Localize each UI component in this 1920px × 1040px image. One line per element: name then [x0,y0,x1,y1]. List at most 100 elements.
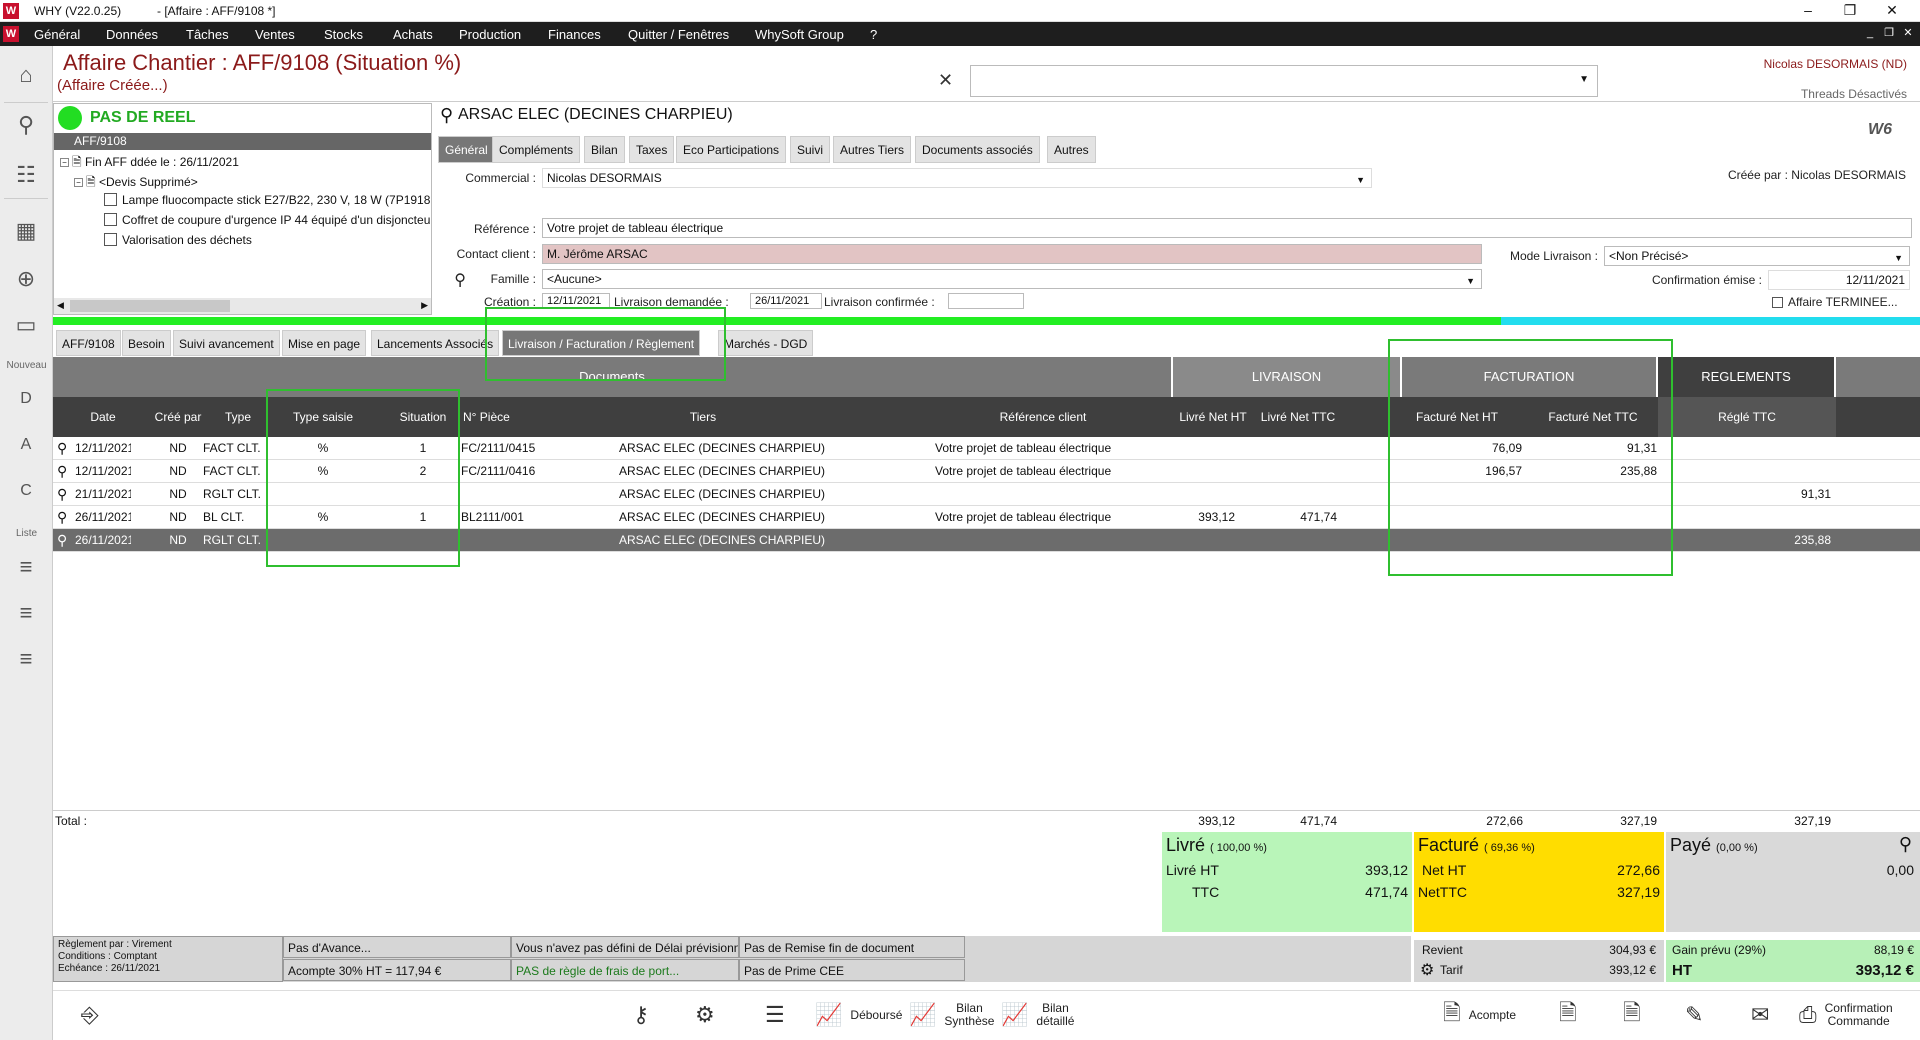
reference-field[interactable]: Votre projet de tableau électrique [542,218,1912,238]
header-combo[interactable]: ▼ [970,65,1598,97]
chevron-down-icon[interactable]: ▼ [1356,171,1365,189]
tab-autres-tiers[interactable]: Autres Tiers [833,136,912,163]
tools-button[interactable]: ✎ [1685,997,1711,1033]
table-row[interactable]: ⚲ 12/11/2021 ND FACT CLT.% 2 FC/2111/0416 ARSA… [53,460,1920,483]
close-window-button[interactable]: ✕ [1877,2,1907,19]
tab-marches-dgd[interactable]: Marchés - DGD [718,330,814,356]
clipboard-button[interactable]: ☰ [765,997,793,1033]
tree-item[interactable]: Lampe fluocompacte stick E27/B22, 230 V,… [104,193,430,207]
menu-help[interactable]: ? [870,27,877,42]
bilan-detaille-button[interactable]: 📈 Bilan détaillé [1001,997,1074,1033]
tab-complements[interactable]: Compléments [492,136,581,163]
exit-button[interactable]: ⎆ [81,997,107,1033]
table-row[interactable]: ⚲ 12/11/2021 ND FACT CLT.% 1 FC/2111/0415 ARSA… [53,437,1920,460]
collapse-icon[interactable]: − [74,178,83,187]
col-cree-par[interactable]: Créé par [153,397,203,437]
col-type[interactable]: Type [203,397,273,437]
commercial-select[interactable]: Nicolas DESORMAIS ▼ [542,168,1372,188]
key-button[interactable]: ⚷ [633,997,657,1033]
new-affaire-icon[interactable]: A [5,424,47,466]
col-regle-ttc[interactable]: Réglé TTC [1658,397,1836,437]
menu-achats[interactable]: Achats [393,27,433,42]
search-icon[interactable]: ⚲ [440,105,453,126]
col-livre-net-ht[interactable]: Livré Net HT [1173,397,1253,437]
confirmation-date-field[interactable]: 12/11/2021 [1768,270,1910,290]
col-livre-net-ttc[interactable]: Livré Net TTC [1253,397,1343,437]
col-date[interactable]: Date [75,397,131,437]
tree-node-devis[interactable]: − 🗎 <Devis Supprimé> [74,173,198,194]
tab-suivi-avancement[interactable]: Suivi avancement [173,330,280,356]
home-icon[interactable]: ⌂ [5,54,47,96]
menu-general[interactable]: Général [34,27,80,42]
acompte-button[interactable]: 🗎 Acompte [1443,997,1516,1033]
menu-stocks[interactable]: Stocks [324,27,363,42]
debourse-button[interactable]: 📈 Déboursé [815,997,902,1033]
search-icon[interactable]: ⚲ [57,506,73,529]
tab-besoin[interactable]: Besoin [122,330,171,356]
creation-date-field[interactable]: 12/11/2021 [542,293,610,309]
menu-ventes[interactable]: Ventes [255,27,295,42]
tree-item[interactable]: Valorisation des déchets [104,233,252,247]
menu-finances[interactable]: Finances [548,27,601,42]
email-button[interactable]: ✉ [1751,997,1777,1033]
col-facture-net-ht[interactable]: Facturé Net HT [1402,397,1512,437]
tab-mise-en-page[interactable]: Mise en page [282,330,367,356]
livraison-demandee-field[interactable]: 26/11/2021 [750,293,822,309]
avance-info[interactable]: Pas d'Avance... [283,936,511,958]
col-num-piece[interactable]: N° Pièce [463,397,543,437]
search-icon[interactable]: ⚲ [57,529,73,552]
tab-suivi[interactable]: Suivi [790,136,831,163]
livraison-confirmee-field[interactable] [948,293,1024,309]
menu-production[interactable]: Production [459,27,521,42]
bilan-synthese-button[interactable]: 📈 Bilan Synthèse [909,997,994,1033]
search-icon[interactable]: ⚲ [57,483,73,506]
mode-livraison-select[interactable]: <Non Précisé> ▼ [1604,246,1910,266]
search-icon[interactable]: ⚲ [5,104,47,146]
chevron-down-icon[interactable]: ▼ [1894,249,1903,267]
col-situation[interactable]: Situation [373,397,473,437]
chevron-down-icon[interactable]: ▼ [1579,74,1589,85]
tab-general[interactable]: Général [438,136,495,163]
new-devis-icon[interactable]: D [5,378,47,420]
collapse-icon[interactable]: − [60,158,69,167]
tab-livraison-facturation-reglement[interactable]: Livraison / Facturation / Règlement [502,330,701,356]
remise-info[interactable]: Pas de Remise fin de document [739,936,965,958]
folder-icon[interactable]: ▭ [5,304,47,346]
col-type-saisie[interactable]: Type saisie [273,397,373,437]
tab-taxes[interactable]: Taxes [629,136,675,163]
checkbox-icon[interactable] [104,233,117,246]
new-commande-icon[interactable]: C [5,470,47,512]
search-icon[interactable]: ⚲ [57,460,73,483]
menu-whysoft-group[interactable]: WhySoft Group [755,27,844,42]
calculator-icon[interactable]: ▦ [5,210,47,252]
scroll-left-icon[interactable]: ◀ [57,300,64,311]
confirmation-commande-button[interactable]: ⎙ Confirmation Commande [1799,997,1893,1033]
mdi-close-button[interactable]: ✕ [1900,25,1916,41]
tree-item[interactable]: Coffret de coupure d'urgence IP 44 équip… [104,213,430,227]
frais-port-info[interactable]: PAS de règle de frais de port... [511,959,739,981]
facture-button[interactable]: 🗎 [1623,997,1649,1033]
bl-button[interactable]: 🗎 [1559,997,1585,1033]
tab-lancements-associes[interactable]: Lancements Associés [371,330,500,356]
checkbox-icon[interactable] [1772,297,1783,308]
contact-field[interactable]: M. Jérôme ARSAC [542,244,1482,264]
col-tiers[interactable]: Tiers [613,397,793,437]
col-facture-net-ttc[interactable]: Facturé Net TTC [1533,397,1653,437]
tab-aff-9108[interactable]: AFF/9108 [56,330,121,356]
checkbox-icon[interactable] [104,213,117,226]
menu-quitter-fenetres[interactable]: Quitter / Fenêtres [628,27,729,42]
clipboard-icon[interactable]: ☷ [5,154,47,196]
tree-root-node[interactable]: AFF/9108 [54,133,431,150]
scroll-right-icon[interactable]: ▶ [421,300,428,311]
table-row[interactable]: ⚲ 21/11/2021 ND RGLT CLT. ARSAC ELEC (DECINE… [53,483,1920,506]
col-reference-client[interactable]: Référence client [933,397,1153,437]
web-icon[interactable]: ⊕ [5,258,47,300]
table-row[interactable]: ⚲ 26/11/2021 ND BL CLT.% 1 BL2111/001 ARSAC EL… [53,506,1920,529]
minimize-button[interactable]: – [1793,2,1823,18]
affaire-terminee-checkbox[interactable]: Affaire TERMINEE... [1772,295,1898,309]
famille-select[interactable]: <Aucune> ▼ [542,269,1482,289]
list-a-icon[interactable]: ≡ [5,592,47,634]
menu-taches[interactable]: Tâches [186,27,229,42]
scrollbar-thumb[interactable] [70,300,230,312]
restore-button[interactable]: ❐ [1835,2,1865,19]
